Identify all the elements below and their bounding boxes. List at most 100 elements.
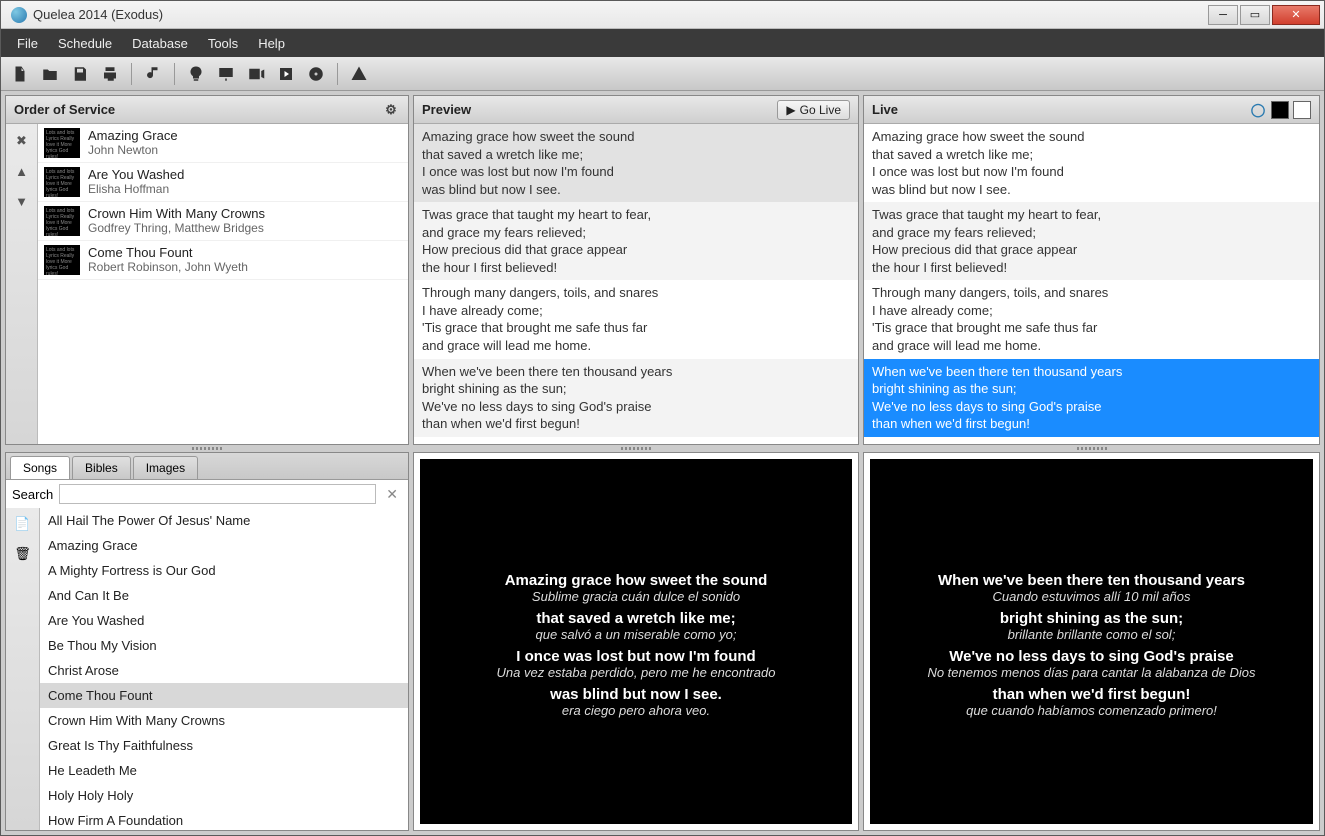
list-item[interactable]: He Leadeth Me <box>40 758 408 783</box>
lyrics-verse[interactable]: When we've been there ten thousand years… <box>414 359 858 437</box>
lyrics-verse[interactable]: Amazing grace how sweet the soundthat sa… <box>864 124 1319 202</box>
lyrics-verse[interactable]: Through many dangers, toils, and snaresI… <box>864 280 1319 358</box>
list-item[interactable]: Amazing Grace <box>40 533 408 558</box>
black-screen-button[interactable] <box>1271 101 1289 119</box>
preview-screen-panel: Amazing grace how sweet the soundSublime… <box>413 452 859 831</box>
new-schedule-icon[interactable] <box>9 63 31 85</box>
lyrics-line: Through many dangers, toils, and snares <box>872 284 1311 302</box>
order-item[interactable]: Lots and lots Lyrics Really love it More… <box>38 124 408 163</box>
live-screen-panel: When we've been there ten thousand years… <box>863 452 1320 831</box>
go-live-button[interactable]: ▶ Go Live <box>777 100 850 120</box>
dvd-icon[interactable] <box>305 63 327 85</box>
warning-icon[interactable] <box>348 63 370 85</box>
list-item[interactable]: Be Thou My Vision <box>40 633 408 658</box>
maximize-button[interactable]: ▭ <box>1240 5 1270 25</box>
order-list[interactable]: Lots and lots Lyrics Really love it More… <box>38 124 408 444</box>
lyrics-line: We've no less days to sing God's praise <box>422 398 850 416</box>
vertical-splitter[interactable] <box>863 445 1320 452</box>
app-window: Quelea 2014 (Exodus) ─ ▭ ✕ File Schedule… <box>0 0 1325 836</box>
search-label: Search <box>12 487 53 502</box>
order-item[interactable]: Lots and lots Lyrics Really love it More… <box>38 241 408 280</box>
song-thumb-icon: Lots and lots Lyrics Really love it More… <box>44 206 80 236</box>
order-item-author: Elisha Hoffman <box>88 182 184 196</box>
lyrics-line: When we've been there ten thousand years <box>872 363 1311 381</box>
video-icon[interactable] <box>245 63 267 85</box>
list-item[interactable]: Christ Arose <box>40 658 408 683</box>
lyrics-line: When we've been there ten thousand years <box>422 363 850 381</box>
open-icon[interactable] <box>39 63 61 85</box>
library-side-toolbar: 📄 🗑 <box>6 508 40 830</box>
menu-database[interactable]: Database <box>122 32 198 55</box>
menubar: File Schedule Database Tools Help <box>1 29 1324 57</box>
print-icon[interactable] <box>99 63 121 85</box>
screen-line-en: that saved a wretch like me; <box>536 610 735 627</box>
search-input[interactable] <box>59 484 376 504</box>
order-item-author: Godfrey Thring, Matthew Bridges <box>88 221 265 235</box>
order-item[interactable]: Lots and lots Lyrics Really love it More… <box>38 163 408 202</box>
screen-line-en: bright shining as the sun; <box>1000 610 1183 627</box>
song-thumb-icon: Lots and lots Lyrics Really love it More… <box>44 128 80 158</box>
list-item[interactable]: Holy Holy Holy <box>40 783 408 808</box>
presentation-icon[interactable] <box>215 63 237 85</box>
lyrics-verse[interactable]: When we've been there ten thousand years… <box>864 359 1319 437</box>
toolbar <box>1 57 1324 91</box>
left-column: Order of Service ⚙ ✖ ▲ ▼ Lots and lots L… <box>5 95 409 831</box>
list-item[interactable]: Are You Washed <box>40 608 408 633</box>
tab-images[interactable]: Images <box>133 456 198 479</box>
minimize-button[interactable]: ─ <box>1208 5 1238 25</box>
bulb-icon[interactable] <box>185 63 207 85</box>
remove-item-icon[interactable]: ✖ <box>13 132 31 150</box>
close-button[interactable]: ✕ <box>1272 5 1320 25</box>
song-list[interactable]: All Hail The Power Of Jesus' NameAmazing… <box>40 508 408 830</box>
lyrics-line: and grace will lead me home. <box>422 337 850 355</box>
lyrics-verse[interactable]: Twas grace that taught my heart to fear,… <box>864 202 1319 280</box>
live-lyrics[interactable]: Amazing grace how sweet the soundthat sa… <box>864 124 1319 444</box>
copy-icon[interactable]: 📄 <box>14 516 30 532</box>
order-item[interactable]: Lots and lots Lyrics Really love it More… <box>38 202 408 241</box>
gear-icon[interactable]: ⚙ <box>382 101 400 119</box>
list-item[interactable]: A Mighty Fortress is Our God <box>40 558 408 583</box>
preview-column: Preview ▶ Go Live Amazing grace how swee… <box>413 95 859 831</box>
menu-file[interactable]: File <box>7 32 48 55</box>
delete-icon[interactable]: 🗑 <box>14 546 31 562</box>
live-column: Live ◯ Amazing grace how sweet the sound… <box>863 95 1320 831</box>
list-item[interactable]: Great Is Thy Faithfulness <box>40 733 408 758</box>
order-side-toolbar: ✖ ▲ ▼ <box>6 124 38 444</box>
list-item[interactable]: And Can It Be <box>40 583 408 608</box>
move-down-icon[interactable]: ▼ <box>13 192 31 210</box>
menu-help[interactable]: Help <box>248 32 295 55</box>
preview-lyrics[interactable]: Amazing grace how sweet the soundthat sa… <box>414 124 858 444</box>
lyrics-line: was blind but now I see. <box>872 181 1311 199</box>
main-area: Order of Service ⚙ ✖ ▲ ▼ Lots and lots L… <box>1 91 1324 835</box>
live-header: Live ◯ <box>864 96 1319 124</box>
menu-schedule[interactable]: Schedule <box>48 32 122 55</box>
lyrics-verse[interactable]: Amazing grace how sweet the soundthat sa… <box>414 124 858 202</box>
screen-line-translation: que salvó a un miserable como yo; <box>536 627 737 642</box>
lyrics-line: that saved a wretch like me; <box>872 146 1311 164</box>
move-up-icon[interactable]: ▲ <box>13 162 31 180</box>
list-item[interactable]: All Hail The Power Of Jesus' Name <box>40 508 408 533</box>
screen-line-translation: No tenemos menos días para cantar la ala… <box>927 665 1255 680</box>
list-item[interactable]: Come Thou Fount <box>40 683 408 708</box>
order-item-title: Come Thou Fount <box>88 245 248 260</box>
lyrics-verse[interactable]: Through many dangers, toils, and snaresI… <box>414 280 858 358</box>
vertical-splitter[interactable] <box>413 445 859 452</box>
list-item[interactable]: Crown Him With Many Crowns <box>40 708 408 733</box>
screen-line-en: When we've been there ten thousand years <box>938 572 1245 589</box>
clear-search-icon[interactable]: ✕ <box>382 486 402 503</box>
live-screen: When we've been there ten thousand years… <box>870 459 1313 824</box>
lyrics-line: 'Tis grace that brought me safe thus far <box>422 319 850 337</box>
tab-bibles[interactable]: Bibles <box>72 456 131 479</box>
tab-songs[interactable]: Songs <box>10 456 70 479</box>
menu-tools[interactable]: Tools <box>198 32 248 55</box>
lyrics-line: I have already come; <box>872 302 1311 320</box>
lyrics-verse[interactable]: Twas grace that taught my heart to fear,… <box>414 202 858 280</box>
music-note-icon[interactable] <box>142 63 164 85</box>
lyrics-line: I once was lost but now I'm found <box>872 163 1311 181</box>
save-icon[interactable] <box>69 63 91 85</box>
logo-icon[interactable]: ◯ <box>1249 101 1267 119</box>
vertical-splitter[interactable] <box>5 445 409 452</box>
play-icon[interactable] <box>275 63 297 85</box>
list-item[interactable]: How Firm A Foundation <box>40 808 408 830</box>
clear-screen-button[interactable] <box>1293 101 1311 119</box>
